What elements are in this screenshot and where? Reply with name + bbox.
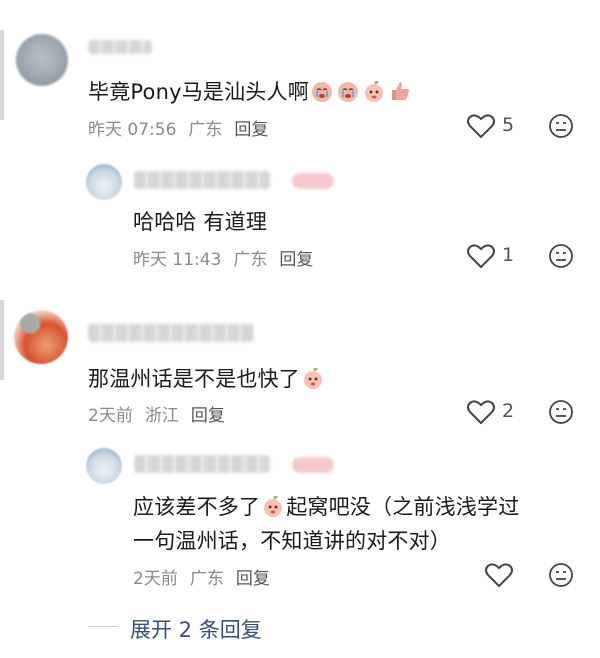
comment-meta: 2天前 浙江 回复: [88, 401, 237, 426]
username-blurred[interactable]: [134, 455, 270, 473]
comment-body-part-3: 一句温州话，不知道讲的对不对）: [133, 529, 451, 553]
comment-body: 那温州话是不是也快了: [88, 367, 300, 391]
comment-text-line-2: 一句温州话，不知道讲的对不对）: [133, 525, 451, 555]
comment-text-line-1: 应该差不多了 起窝吧没（之前浅浅学过: [133, 491, 519, 521]
unhappy-face-icon[interactable]: [548, 243, 574, 269]
comment-location: 浙江: [144, 406, 179, 426]
crying-face-emoji: [311, 82, 332, 102]
heart-outline-icon[interactable]: [466, 399, 496, 425]
comment-date: 昨天 07:56: [88, 120, 177, 140]
username-blurred[interactable]: [88, 324, 254, 342]
comment-date: 2天前: [133, 569, 178, 589]
comment-date: 2天前: [88, 406, 133, 426]
avatar[interactable]: [14, 310, 68, 364]
thumbs-up-emoji: [391, 82, 409, 100]
unhappy-face-icon[interactable]: [548, 113, 574, 139]
heart-outline-icon[interactable]: [484, 562, 514, 588]
avatar[interactable]: [16, 34, 68, 86]
thread-indicator: [0, 300, 4, 380]
expand-replies-link[interactable]: 展开 2 条回复: [130, 614, 262, 644]
peach-face-emoji: [264, 496, 283, 517]
username-blurred[interactable]: [134, 171, 270, 189]
author-tag: [292, 173, 334, 189]
comment-body-part-1: 应该差不多了: [133, 495, 261, 519]
like-count: 1: [502, 244, 515, 266]
comment-text: 哈哈哈 有道理: [133, 206, 267, 236]
author-tag: [292, 457, 334, 473]
like-count: 5: [502, 114, 515, 136]
comment-location: 广东: [188, 120, 223, 140]
comment-text: 那温州话是不是也快了: [88, 363, 326, 393]
crying-face-emoji: [337, 82, 358, 102]
heart-outline-icon[interactable]: [466, 113, 496, 139]
reply-button[interactable]: 回复: [234, 120, 268, 140]
reply-button[interactable]: 回复: [236, 569, 270, 589]
comment-body: 毕竟Pony马是汕头人啊: [88, 80, 309, 104]
comment-location: 广东: [233, 250, 268, 270]
comment-meta: 昨天 11:43 广东 回复: [133, 245, 325, 270]
avatar[interactable]: [86, 164, 122, 200]
peach-face-emoji: [364, 81, 383, 102]
comment-text: 毕竟Pony马是汕头人啊: [88, 76, 413, 106]
comment-body: 哈哈哈 有道理: [133, 210, 268, 234]
username-blurred[interactable]: [88, 40, 152, 54]
comment-meta: 昨天 07:56 广东 回复: [88, 115, 280, 140]
avatar[interactable]: [86, 448, 122, 484]
reply-button[interactable]: 回复: [191, 406, 225, 426]
unhappy-face-icon[interactable]: [548, 562, 574, 588]
heart-outline-icon[interactable]: [466, 243, 496, 269]
comment-location: 广东: [189, 569, 224, 589]
thread-indicator: [0, 30, 4, 120]
peach-face-emoji: [304, 368, 322, 389]
expand-divider: [88, 626, 118, 627]
comment-meta: 2天前 广东 回复: [133, 564, 282, 589]
comment-date: 昨天 11:43: [133, 250, 222, 270]
unhappy-face-icon[interactable]: [548, 399, 574, 425]
like-count: 2: [502, 400, 515, 422]
comment-body-part-2: 起窝吧没（之前浅浅学过: [286, 495, 520, 519]
reply-button[interactable]: 回复: [279, 250, 313, 270]
